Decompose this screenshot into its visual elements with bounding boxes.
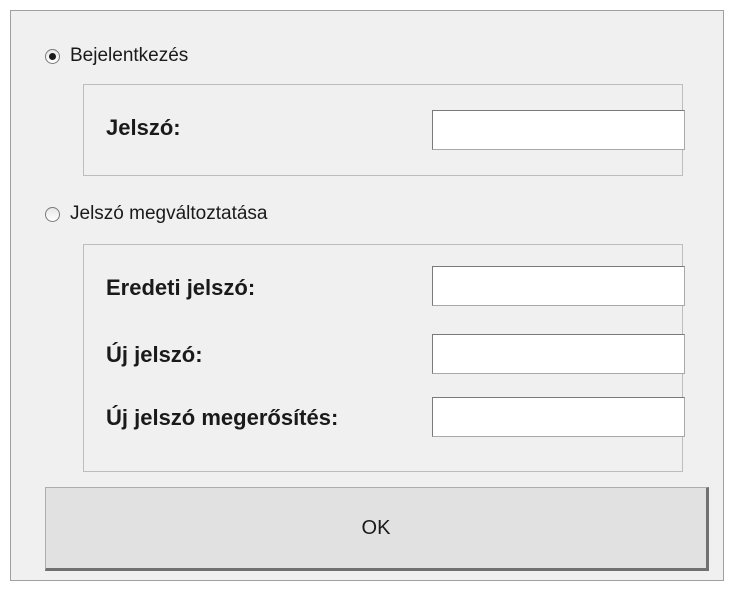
new-password-input[interactable] bbox=[432, 334, 685, 374]
change-password-radio-option[interactable]: Jelszó megváltoztatása bbox=[45, 203, 268, 225]
password-label: Jelszó: bbox=[106, 115, 181, 140]
ok-button[interactable]: OK bbox=[45, 487, 709, 571]
change-password-radio-button[interactable] bbox=[45, 206, 60, 222]
radio-selected-dot-icon bbox=[49, 52, 56, 60]
login-radio-option[interactable]: Bejelentkezés bbox=[45, 45, 188, 67]
original-password-input[interactable] bbox=[432, 266, 685, 306]
login-group: Jelszó: bbox=[83, 84, 685, 176]
change-password-group: Eredeti jelszó: Új jelszó: Új jelszó meg… bbox=[83, 244, 685, 472]
password-input[interactable] bbox=[432, 110, 685, 150]
password-dialog: Bejelentkezés Jelszó: Jelszó megváltozta… bbox=[10, 10, 724, 581]
confirm-password-label: Új jelszó megerősítés: bbox=[106, 405, 339, 430]
original-password-label: Eredeti jelszó: bbox=[106, 275, 256, 300]
change-password-radio-label: Jelszó megváltoztatása bbox=[70, 203, 268, 224]
login-radio-label: Bejelentkezés bbox=[70, 45, 189, 66]
new-password-label: Új jelszó: bbox=[106, 342, 203, 367]
confirm-password-input[interactable] bbox=[432, 397, 685, 437]
login-radio-button[interactable] bbox=[45, 48, 60, 64]
